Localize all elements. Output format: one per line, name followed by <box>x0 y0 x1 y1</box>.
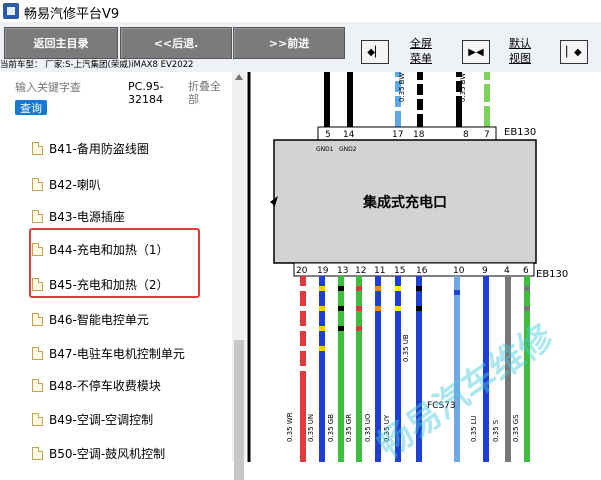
view-label: 视图 <box>509 52 531 65</box>
pin-number: 17 <box>392 130 403 140</box>
pin-number: 11 <box>374 266 385 276</box>
wire-label: 0.35 BW <box>398 73 406 102</box>
title-bar: 畅易汽修平台V9 <box>0 0 601 23</box>
document-icon <box>32 412 43 426</box>
search-area: 查询 PC.95- 32184 折叠全部 <box>0 72 245 122</box>
app-icon <box>3 3 19 19</box>
default-label: 默认 <box>509 37 531 50</box>
pin-number: 12 <box>355 266 366 276</box>
search-button[interactable]: 查询 <box>15 100 47 115</box>
car-model-info: 当前车型： 厂家:S-上汽集团(荣威)iMAX8 EV2022 <box>0 60 194 70</box>
wire-label: 0.35 UB <box>402 334 410 362</box>
window-title: 畅易汽修平台V9 <box>24 7 120 22</box>
list-item-label: B50-空调-鼓风机控制 <box>49 446 166 461</box>
back-to-main-button[interactable]: 返回主目录 <box>4 27 118 59</box>
list-item[interactable]: B43-电源插座 <box>32 205 125 227</box>
pin-number: 20 <box>296 266 308 276</box>
wire-label: 0.35 GR <box>345 414 353 442</box>
list-item[interactable]: B41-备用防盗线圈 <box>32 137 149 159</box>
search-input[interactable] <box>15 80 125 94</box>
connector-label: EB130 <box>536 269 568 280</box>
document-icon <box>32 177 43 191</box>
wiring-diagram[interactable]: 0.35 BW 0.35 BW 5 14 17 18 8 7 EB130 集成式… <box>246 72 601 462</box>
wire-label: 0.35 LU <box>470 416 478 443</box>
pin-number: 10 <box>453 266 465 276</box>
wire-label: 0.35 WR <box>286 412 294 442</box>
list-item-label: B42-喇叭 <box>49 177 101 192</box>
document-icon <box>32 346 43 360</box>
list-item[interactable]: B46-智能电控单元 <box>32 308 149 330</box>
pin-number: 9 <box>482 266 488 276</box>
default-view-link[interactable]: 默认 视图 <box>509 36 531 66</box>
pin-label: GND1 <box>316 146 334 153</box>
pin-number: 14 <box>343 130 355 140</box>
list-item[interactable]: B50-空调-鼓风机控制 <box>32 442 165 462</box>
list-item-label: B41-备用防盗线圈 <box>49 141 149 156</box>
fullscreen-label: 全屏 <box>410 37 432 50</box>
page-code: PC.95- 32184 <box>128 80 164 106</box>
pin-number: 16 <box>416 266 428 276</box>
document-icon <box>32 446 43 460</box>
document-icon <box>32 312 43 326</box>
scrollbar-thumb[interactable] <box>234 340 244 480</box>
selection-highlight <box>29 228 200 298</box>
wire-label: 0.35 S <box>492 419 500 442</box>
forward-button[interactable]: >>前进 <box>233 27 345 59</box>
tree-scrollbar[interactable] <box>232 72 246 480</box>
document-icon <box>32 209 43 223</box>
list-item[interactable]: B47-电驻车电机控制单元 <box>32 342 185 364</box>
pin-number: 8 <box>463 130 469 140</box>
wire-label: 0.35 UN <box>307 414 315 442</box>
code-line-1: PC.95- <box>128 80 164 93</box>
connector-label: EB130 <box>504 127 536 138</box>
pin-number: 15 <box>394 266 405 276</box>
list-item[interactable]: B48-不停车收费模块 <box>32 374 161 396</box>
pin-number: 18 <box>413 130 425 140</box>
bottom-connector <box>293 262 535 277</box>
back-button[interactable]: <<后退. <box>120 27 232 59</box>
list-item-label: B46-智能电控单元 <box>49 312 149 327</box>
pin-number: 13 <box>337 266 348 276</box>
list-item[interactable]: B49-空调-空调控制 <box>32 408 153 430</box>
pin-number: 19 <box>317 266 329 276</box>
wire-label: 0.35 BW <box>459 73 467 102</box>
fullscreen-menu-link[interactable]: 全屏 菜单 <box>410 36 432 66</box>
list-item[interactable]: B42-喇叭 <box>32 173 101 195</box>
panel-toggle-icon[interactable]: ◆▏ <box>361 40 389 64</box>
wire-label: 0.35 GS <box>512 414 520 442</box>
pin-label: GND2 <box>339 146 357 153</box>
document-icon <box>32 378 43 392</box>
pin-number: 6 <box>523 266 529 276</box>
panel-right-icon[interactable]: ▏◆ <box>560 40 588 64</box>
wire-label: 0.35 GB <box>327 414 335 442</box>
list-item-label: B47-电驻车电机控制单元 <box>49 346 185 361</box>
pin-number: 7 <box>484 130 490 140</box>
module-label: 集成式充电口 <box>362 194 447 211</box>
scroll-up-icon[interactable] <box>235 74 243 80</box>
pin-number: 5 <box>325 130 331 140</box>
code-line-2: 32184 <box>128 93 163 106</box>
list-item-label: B49-空调-空调控制 <box>49 412 154 427</box>
pin-number: 4 <box>504 266 510 276</box>
list-item-label: B43-电源插座 <box>49 209 125 224</box>
menu-label: 菜单 <box>410 52 432 65</box>
collapse-all-button[interactable]: 折叠全部 <box>188 80 228 106</box>
list-item-label: B48-不停车收费模块 <box>49 378 161 393</box>
split-view-icon[interactable]: ▶◀ <box>462 40 490 64</box>
document-icon <box>32 141 43 155</box>
